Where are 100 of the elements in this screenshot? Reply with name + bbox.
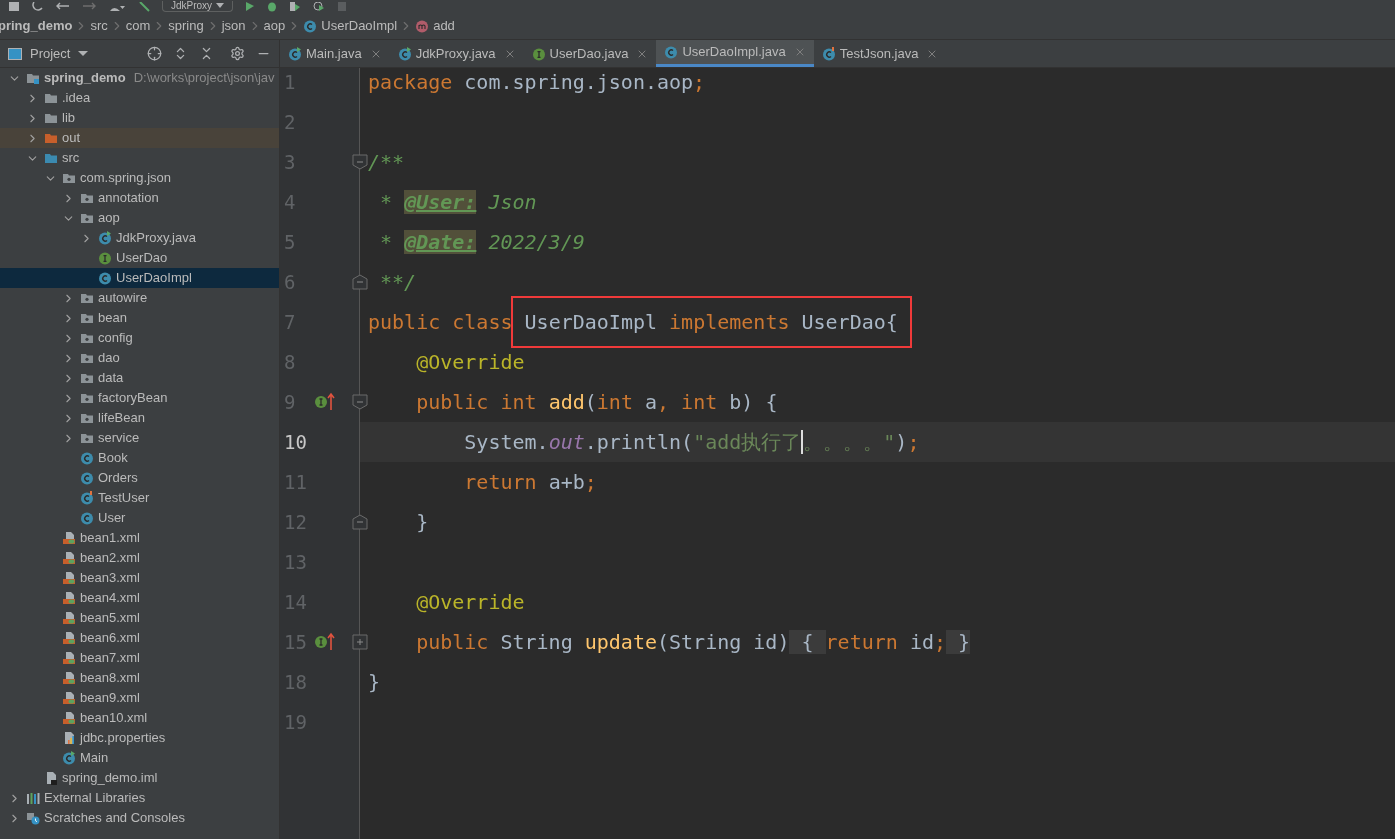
tree-item[interactable]: bean3.xml — [0, 568, 279, 588]
tree-item[interactable]: Main — [0, 748, 279, 768]
editor-tab[interactable]: Main.java — [280, 40, 390, 67]
line-number: 10 — [283, 429, 307, 455]
tree-item[interactable]: bean — [0, 308, 279, 328]
locate-icon[interactable] — [147, 46, 162, 61]
tree-item[interactable]: bean9.xml — [0, 688, 279, 708]
breadcrumb[interactable]: aop — [263, 15, 286, 36]
implements-icon[interactable] — [314, 392, 336, 412]
tree-item[interactable]: Book — [0, 448, 279, 468]
tree-item[interactable]: bean1.xml — [0, 528, 279, 548]
tree-item[interactable]: JdkProxy.java — [0, 228, 279, 248]
xml-file-icon — [62, 531, 76, 545]
code-token: int — [596, 390, 634, 414]
code-token: /** — [368, 150, 405, 174]
back-arrow-icon[interactable] — [56, 2, 70, 12]
code-token: .println( — [584, 430, 694, 454]
item-label: data — [98, 369, 124, 388]
code-token: public — [415, 630, 490, 654]
xml-file-icon — [62, 671, 76, 685]
tree-item[interactable]: out — [0, 128, 279, 148]
item-label: Book — [98, 449, 128, 468]
item-label: bean1.xml — [80, 529, 140, 548]
breadcrumb[interactable]: spring — [168, 15, 204, 36]
tree-item[interactable]: aop — [0, 208, 279, 228]
properties-file-icon — [62, 731, 76, 745]
item-label: bean6.xml — [80, 629, 140, 648]
item-label: factoryBean — [98, 389, 168, 408]
tree-item[interactable]: lib — [0, 108, 279, 128]
settings-icon[interactable] — [230, 46, 245, 61]
folder-icon — [26, 71, 40, 85]
editor-tab[interactable]: UserDao.java — [523, 40, 657, 67]
fold-icon[interactable] — [352, 514, 368, 530]
editor-tab[interactable]: UserDaoImpl.java — [656, 40, 814, 67]
tree-item[interactable]: bean8.xml — [0, 668, 279, 688]
package-icon — [80, 311, 94, 325]
tree-item[interactable]: autowire — [0, 288, 279, 308]
tree-item[interactable]: factoryBean — [0, 388, 279, 408]
tree-item[interactable]: bean5.xml — [0, 608, 279, 628]
fold-icon[interactable] — [352, 394, 368, 410]
code-token: System. — [463, 430, 549, 454]
package-icon — [62, 171, 76, 185]
tree-item[interactable]: bean6.xml — [0, 628, 279, 648]
tree-item[interactable]: bean7.xml — [0, 648, 279, 668]
tree-item[interactable]: .idea — [0, 88, 279, 108]
tree-item[interactable]: UserDao — [0, 248, 279, 268]
tree-item[interactable]: spring_demo.iml — [0, 768, 279, 788]
code-token: UserDao{ — [801, 310, 898, 334]
class-icon — [62, 751, 76, 765]
expand-fold-icon[interactable] — [352, 634, 368, 650]
code-token: ; — [933, 630, 946, 654]
code-token: update — [584, 630, 657, 654]
tab-label: JdkProxy.java — [415, 44, 496, 63]
forward-arrow-icon[interactable] — [82, 2, 96, 12]
path-hint: D:\works\project\json\jav — [133, 69, 275, 88]
code-token: ) — [895, 430, 908, 454]
tree-item[interactable]: com.spring.json — [0, 168, 279, 188]
editor-tab[interactable]: JdkProxy.java — [389, 40, 524, 67]
item-label: dao — [98, 349, 120, 368]
tree-item[interactable]: External Libraries — [0, 788, 279, 808]
code-token: return — [463, 470, 538, 494]
editor-tab[interactable]: TestJson.java — [813, 40, 947, 67]
breadcrumb[interactable]: UserDaoImpl — [303, 15, 398, 36]
item-label: lib — [62, 109, 75, 128]
tree-item[interactable]: config — [0, 328, 279, 348]
tree-item[interactable]: User — [0, 508, 279, 528]
tree-item[interactable]: Orders — [0, 468, 279, 488]
window-icon — [8, 47, 22, 60]
tree-item[interactable]: src — [0, 148, 279, 168]
item-label: com.spring.json — [80, 169, 172, 188]
fold-icon[interactable] — [352, 274, 368, 290]
coverage-icon[interactable] — [289, 2, 302, 12]
tree-item[interactable]: dao — [0, 348, 279, 368]
tree-item[interactable]: bean10.xml — [0, 708, 279, 728]
save-icon[interactable] — [8, 2, 20, 12]
tree-item[interactable]: data — [0, 368, 279, 388]
code-token: return — [825, 630, 899, 654]
tab-label: TestJson.java — [839, 44, 919, 63]
tree-item[interactable]: spring_demo D:\works\project\json\jav — [0, 68, 279, 88]
implements-icon[interactable] — [314, 632, 336, 652]
tree-item[interactable]: annotation — [0, 188, 279, 208]
tree-item[interactable]: jdbc.properties — [0, 728, 279, 748]
code-token: int — [681, 390, 719, 414]
tree-item[interactable]: bean2.xml — [0, 548, 279, 568]
profiler-icon[interactable] — [313, 2, 326, 12]
tree-item[interactable]: Scratches and Consoles — [0, 808, 279, 828]
tree-item[interactable]: bean4.xml — [0, 588, 279, 608]
tree-item[interactable]: UserDaoImpl — [0, 268, 279, 288]
project-view-dropdown[interactable]: Project — [8, 43, 89, 64]
tree-item[interactable]: TestUser — [0, 488, 279, 508]
breadcrumb[interactable]: com — [125, 15, 151, 36]
tree-item[interactable]: lifeBean — [0, 408, 279, 428]
breadcrumb[interactable]: add — [415, 15, 455, 36]
refresh-icon[interactable] — [32, 2, 44, 12]
package-icon — [80, 391, 94, 405]
tree-item[interactable]: service — [0, 428, 279, 448]
breadcrumb[interactable]: json — [221, 15, 246, 36]
breadcrumb[interactable]: src — [90, 15, 108, 36]
code-token: a+b — [548, 470, 585, 494]
fold-icon[interactable] — [352, 154, 368, 170]
